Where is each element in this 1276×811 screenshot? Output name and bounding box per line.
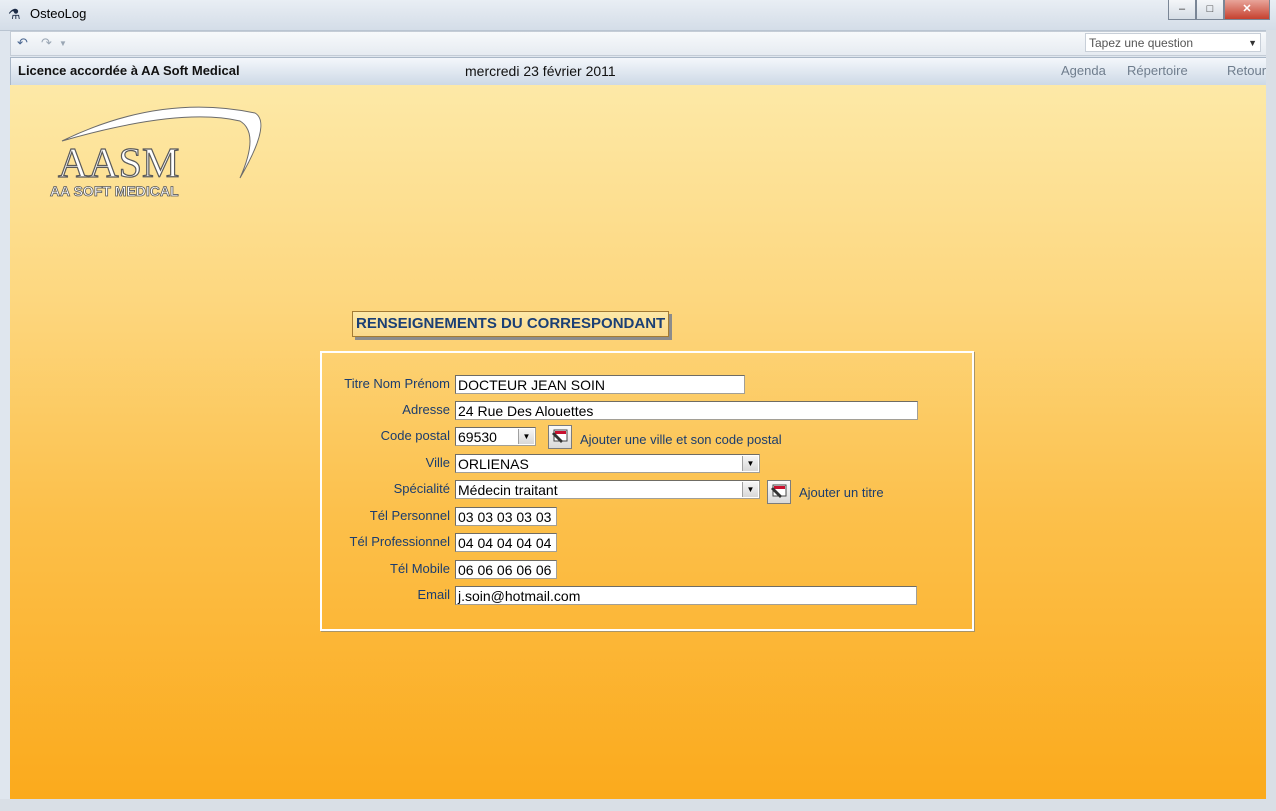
- window-controls: – □ ✕: [1168, 0, 1270, 20]
- tel-professionnel-input[interactable]: 04 04 04 04 04: [455, 533, 557, 552]
- minimize-button[interactable]: –: [1168, 0, 1196, 20]
- window-bottom-border: [0, 799, 1276, 811]
- chevron-down-icon[interactable]: ▼: [518, 429, 534, 444]
- question-search-box[interactable]: Tapez une question ▼: [1085, 33, 1261, 52]
- maximize-button[interactable]: □: [1196, 0, 1224, 20]
- label-specialite: Spécialité: [393, 481, 450, 496]
- email-input[interactable]: j.soin@hotmail.com: [455, 586, 917, 605]
- specialite-value: Médecin traitant: [458, 482, 558, 498]
- label-email: Email: [417, 587, 450, 602]
- add-city-button[interactable]: [548, 425, 572, 449]
- correspondant-form: Titre Nom Prénom DOCTEUR JEAN SOIN Adres…: [320, 351, 974, 631]
- window-title: OsteoLog: [30, 6, 87, 21]
- app-icon: ⚗: [8, 6, 21, 22]
- add-city-link[interactable]: Ajouter une ville et son code postal: [580, 432, 782, 447]
- logo-sub-text: AA SOFT MEDICAL: [50, 183, 179, 199]
- edit-card-icon: [552, 429, 568, 443]
- logo-main-text: AASM: [58, 141, 179, 187]
- specialite-combo[interactable]: Médecin traitant ▼: [455, 480, 760, 499]
- license-text: Licence accordée à AA Soft Medical: [18, 63, 240, 78]
- label-tel-personnel: Tél Personnel: [369, 508, 450, 523]
- tel-mobile-input[interactable]: 06 06 06 06 06: [455, 560, 557, 579]
- chevron-down-icon[interactable]: ▼: [742, 482, 758, 497]
- chevron-down-icon[interactable]: ▼: [742, 456, 758, 471]
- label-tel-mobile: Tél Mobile: [390, 561, 450, 576]
- aasm-logo: AASM AA SOFT MEDICAL: [50, 106, 262, 199]
- window-right-border: [1266, 30, 1276, 811]
- nav-repertoire[interactable]: Répertoire: [1127, 63, 1188, 78]
- section-title: RENSEIGNEMENTS DU CORRESPONDANT: [352, 311, 670, 337]
- window-titlebar: ⚗ OsteoLog – □ ✕: [0, 0, 1276, 31]
- question-placeholder: Tapez une question: [1089, 36, 1194, 50]
- label-ville: Ville: [425, 455, 450, 470]
- nav-retour[interactable]: Retour: [1227, 63, 1266, 78]
- add-title-link[interactable]: Ajouter un titre: [799, 485, 884, 500]
- adresse-input[interactable]: 24 Rue Des Alouettes: [455, 401, 918, 420]
- code-postal-value: 69530: [458, 429, 497, 445]
- label-adresse: Adresse: [402, 402, 450, 417]
- quick-access-toolbar: ↶ ↷ ▼ Tapez une question ▼: [10, 31, 1268, 56]
- chevron-down-icon[interactable]: ▼: [1248, 34, 1257, 53]
- label-tel-professionnel: Tél Professionnel: [349, 534, 450, 549]
- nav-agenda[interactable]: Agenda: [1061, 63, 1106, 78]
- ville-value: ORLIENAS: [458, 456, 529, 472]
- add-title-button[interactable]: [767, 480, 791, 504]
- label-code-postal: Code postal: [380, 428, 450, 443]
- redo-icon[interactable]: ↷: [41, 35, 52, 51]
- undo-icon[interactable]: ↶: [17, 35, 28, 51]
- ville-combo[interactable]: ORLIENAS ▼: [455, 454, 760, 473]
- redo-dropdown-icon[interactable]: ▼: [59, 39, 67, 48]
- tel-personnel-input[interactable]: 03 03 03 03 03: [455, 507, 557, 526]
- header-bar: Licence accordée à AA Soft Medical mercr…: [10, 57, 1268, 86]
- close-button[interactable]: ✕: [1224, 0, 1270, 20]
- label-titre-nom-prenom: Titre Nom Prénom: [344, 376, 450, 391]
- main-content: AASM AA SOFT MEDICAL RENSEIGNEMENTS DU C…: [10, 85, 1266, 799]
- current-date: mercredi 23 février 2011: [465, 63, 616, 79]
- edit-card-icon: [771, 484, 787, 498]
- code-postal-combo[interactable]: 69530 ▼: [455, 427, 536, 446]
- titre-nom-prenom-input[interactable]: DOCTEUR JEAN SOIN: [455, 375, 745, 394]
